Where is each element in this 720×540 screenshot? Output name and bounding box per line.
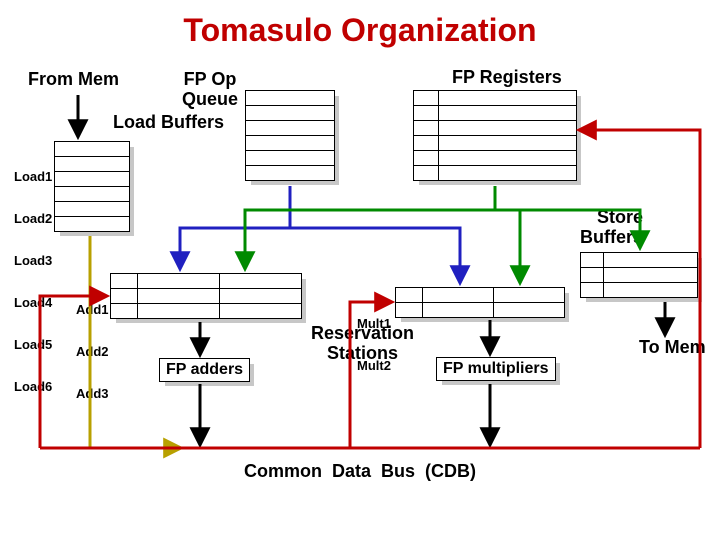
wiring-svg (0, 0, 720, 540)
cdb-to-regs (580, 130, 700, 448)
wire-load-to-cdb (90, 418, 180, 448)
arrow-reg-to-store (495, 186, 640, 247)
arrow-queue-to-add (180, 186, 290, 268)
arrow-reg-to-mult (495, 186, 520, 282)
cdb-to-multrs (350, 302, 391, 448)
cdb-to-addrs (40, 296, 106, 448)
arrow-queue-to-mult (290, 186, 460, 282)
